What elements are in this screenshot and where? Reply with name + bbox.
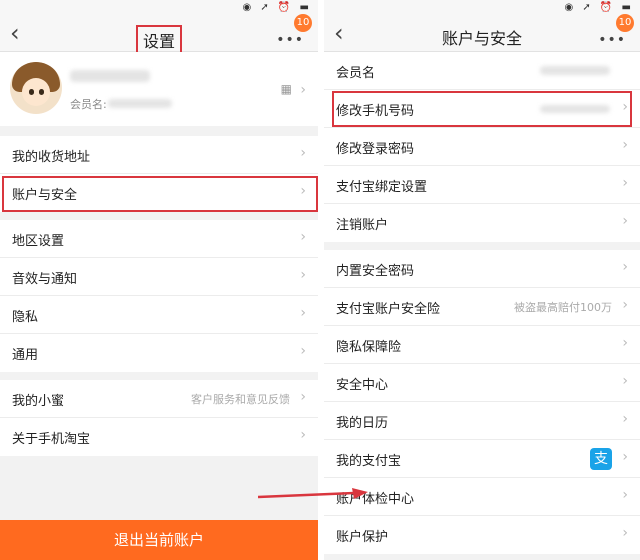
status-icons: ◉ ➚ ⏰ ▬ [564, 2, 634, 13]
chevron-right-icon: › [622, 137, 628, 153]
highlight-box [2, 176, 318, 212]
chevron-right-icon: › [622, 297, 628, 313]
avatar-face [22, 78, 50, 106]
menu-item-shipping-address[interactable]: 我的收货地址 › [0, 136, 318, 174]
chevron-right-icon: › [300, 82, 306, 98]
menu-item-label: 我的收货地址 [12, 150, 91, 165]
account-group-1: 会员名 修改手机号码 › 修改登录密码 › 支付宝绑定设置 › 注销账户 › [324, 52, 640, 242]
menu-item-label: 我的小蜜 [12, 394, 65, 409]
chevron-right-icon: › [300, 267, 306, 283]
member-name-label: 会员名: [70, 98, 107, 111]
menu-item-label: 修改登录密码 [336, 142, 415, 157]
menu-item-sound-notification[interactable]: 音效与通知 › [0, 258, 318, 296]
chevron-right-icon: › [622, 335, 628, 351]
blurred-member-name [540, 66, 610, 75]
message-badge: 10 [294, 14, 312, 32]
status-bar: ◉ ➚ ⏰ ▬ [324, 0, 640, 16]
chevron-right-icon: › [300, 305, 306, 321]
menu-item-region[interactable]: 地区设置 › [0, 220, 318, 258]
settings-group-1: 我的收货地址 › 账户与安全 › [0, 136, 318, 212]
menu-item-alipay-binding[interactable]: 支付宝绑定设置 › [324, 166, 640, 204]
menu-item-subtext: 被盗最高赔付100万 [514, 301, 612, 314]
menu-item-general[interactable]: 通用 › [0, 334, 318, 372]
chevron-right-icon: › [622, 525, 628, 541]
alipay-icon: 支 [590, 448, 612, 470]
menu-item-security-center[interactable]: 安全中心 › [324, 364, 640, 402]
menu-item-privacy-insurance[interactable]: 隐私保障险 › [324, 326, 640, 364]
menu-item-label: 隐私保障险 [336, 340, 402, 355]
chevron-right-icon: › [622, 411, 628, 427]
menu-item-privacy[interactable]: 隐私 › [0, 296, 318, 334]
settings-group-3: 我的小蜜 客户服务和意见反馈 › 关于手机淘宝 › [0, 380, 318, 456]
menu-item-change-password[interactable]: 修改登录密码 › [324, 128, 640, 166]
chevron-right-icon: › [622, 175, 628, 191]
profile-card[interactable]: 会员名: ▦ › [0, 52, 318, 126]
page-title: 设置 [0, 25, 318, 55]
logout-button[interactable]: 退出当前账户 [0, 520, 318, 560]
page-title: 账户与安全 [441, 29, 522, 48]
menu-item-label: 关于手机淘宝 [12, 432, 91, 447]
blurred-member-name [108, 99, 172, 108]
menu-item-about[interactable]: 关于手机淘宝 › [0, 418, 318, 456]
menu-item-my-calendar[interactable]: 我的日历 › [324, 402, 640, 440]
highlight-box [332, 91, 632, 127]
menu-item-account-security[interactable]: 账户与安全 › [0, 174, 318, 212]
menu-item-xiaomi[interactable]: 我的小蜜 客户服务和意见反馈 › [0, 380, 318, 418]
annotation-arrow [258, 488, 368, 499]
menu-item-alipay-insurance[interactable]: 支付宝账户安全险 被盗最高赔付100万 › [324, 288, 640, 326]
chevron-right-icon: › [622, 373, 628, 389]
chevron-right-icon: › [300, 145, 306, 161]
account-group-2: 内置安全密码 › 支付宝账户安全险 被盗最高赔付100万 › 隐私保障险 › 安… [324, 250, 640, 554]
chevron-right-icon: › [300, 343, 306, 359]
account-security-screen: ◉ ➚ ⏰ ▬ ‹ 账户与安全 ••• 10 会员名 修改手机号码 › 修改登录… [324, 0, 640, 560]
menu-item-label: 隐私 [12, 310, 39, 325]
menu-item-account-protection[interactable]: 账户保护 › [324, 516, 640, 554]
menu-item-change-phone[interactable]: 修改手机号码 › [324, 90, 640, 128]
message-badge: 10 [616, 14, 634, 32]
chevron-right-icon: › [622, 259, 628, 275]
menu-item-label: 地区设置 [12, 234, 65, 249]
status-bar: ◉ ➚ ⏰ ▬ [0, 0, 318, 16]
avatar[interactable] [10, 62, 62, 114]
menu-item-member-name[interactable]: 会员名 [324, 52, 640, 90]
avatar-eye [29, 89, 34, 95]
menu-item-label: 支付宝账户安全险 [336, 302, 441, 317]
more-icon[interactable]: ••• [276, 32, 304, 48]
menu-item-label: 账户保护 [336, 530, 389, 545]
more-icon[interactable]: ••• [598, 32, 626, 48]
navbar: ‹ 账户与安全 ••• 10 [324, 14, 640, 52]
menu-item-label: 通用 [12, 348, 39, 363]
settings-screen: ◉ ➚ ⏰ ▬ ‹ 设置 ••• 10 会员名: ▦ › 我的收货地址 › 账户… [0, 0, 318, 560]
title-highlight: 设置 [135, 25, 182, 55]
menu-item-label: 会员名 [336, 66, 376, 81]
settings-group-2: 地区设置 › 音效与通知 › 隐私 › 通用 › [0, 220, 318, 372]
blurred-username [70, 70, 150, 82]
qr-code-icon[interactable]: ▦ [281, 82, 292, 96]
navbar: ‹ 设置 ••• 10 [0, 14, 318, 55]
menu-item-my-alipay[interactable]: 我的支付宝 支 › [324, 440, 640, 478]
chevron-right-icon: › [300, 427, 306, 443]
menu-item-subtext: 客户服务和意见反馈 [191, 393, 290, 406]
chevron-right-icon: › [300, 229, 306, 245]
menu-item-account-checkup[interactable]: 账户体检中心 › [324, 478, 640, 516]
chevron-right-icon: › [622, 487, 628, 503]
menu-item-label: 支付宝绑定设置 [336, 180, 428, 195]
menu-item-cancel-account[interactable]: 注销账户 › [324, 204, 640, 242]
chevron-right-icon: › [300, 389, 306, 405]
chevron-right-icon: › [622, 213, 628, 229]
menu-item-builtin-password[interactable]: 内置安全密码 › [324, 250, 640, 288]
avatar-eye [39, 89, 44, 95]
status-icons: ◉ ➚ ⏰ ▬ [242, 2, 312, 13]
menu-item-label: 注销账户 [336, 218, 389, 233]
menu-item-label: 我的日历 [336, 416, 389, 431]
menu-item-label: 安全中心 [336, 378, 389, 393]
menu-item-label: 我的支付宝 [336, 454, 402, 469]
chevron-right-icon: › [622, 449, 628, 465]
menu-item-label: 内置安全密码 [336, 264, 415, 279]
menu-item-label: 音效与通知 [12, 272, 78, 287]
